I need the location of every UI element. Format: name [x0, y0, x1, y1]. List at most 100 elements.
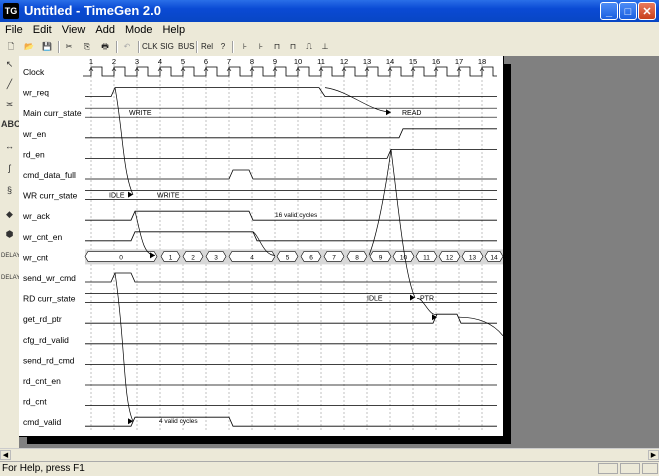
print-icon[interactable]: 🖶: [98, 40, 112, 54]
minimize-button[interactable]: _: [600, 2, 618, 20]
clock-number: 18: [478, 57, 486, 66]
pulse-icon[interactable]: ⎍: [302, 40, 316, 54]
clock-waveform: [83, 66, 497, 77]
wr-cnt-value: 4: [250, 254, 254, 261]
curve-tool-icon[interactable]: ʃ: [1, 160, 18, 177]
causality-curve: [458, 316, 504, 337]
eraser-tool-icon[interactable]: ◆: [1, 206, 18, 223]
clock-number: 1: [89, 57, 93, 66]
signal-label: cfg_rd_valid: [23, 335, 69, 345]
menu-add[interactable]: Add: [90, 22, 120, 36]
status-bar: For Help, press F1: [0, 461, 659, 476]
clock-number: 16: [432, 57, 440, 66]
arrow-tool-icon[interactable]: ↔: [1, 138, 18, 155]
text-tool-icon[interactable]: ABC: [1, 116, 21, 133]
menu-bar: File Edit View Add Mode Help: [0, 22, 659, 40]
timing-diagram[interactable]: Clock wr_req Main curr_state wr_en rd_en cmd_…: [19, 56, 504, 436]
menu-mode[interactable]: Mode: [120, 22, 158, 36]
wr-state-idle: IDLE: [109, 193, 125, 200]
clock-number: 7: [227, 57, 231, 66]
menu-help[interactable]: Help: [157, 22, 190, 36]
add-delay-tool[interactable]: DELAY: [1, 248, 20, 265]
signal-label: get_rd_ptr: [23, 314, 62, 324]
clk-edge-4-icon[interactable]: ⊓: [286, 40, 300, 54]
send-wr-cmd-wave: [85, 272, 497, 283]
annotation-ack: 16 valid cycles: [275, 212, 318, 219]
timegen-app-icon[interactable]: TG: [3, 3, 19, 19]
copy-icon[interactable]: ⎘: [80, 40, 94, 54]
wr-en-wave: [85, 128, 497, 139]
clock-number: 14: [386, 57, 394, 66]
undo-icon[interactable]: ↶: [120, 40, 134, 54]
paint-tool-icon[interactable]: ⬢: [1, 226, 18, 243]
signal-label: wr_ack: [22, 211, 51, 221]
add-bus-button[interactable]: BUS: [178, 40, 194, 54]
window-title: Untitled - TimeGen 2.0: [24, 3, 162, 18]
clk-edge-3-icon[interactable]: ⊓: [270, 40, 284, 54]
add-clock-button[interactable]: CLK: [142, 40, 158, 54]
signal-label: rd_cnt: [23, 397, 47, 407]
wr-cnt-value: 12: [446, 254, 454, 261]
signal-label: wr_cnt: [22, 252, 49, 262]
bus-tool-icon[interactable]: ≍: [1, 96, 18, 113]
close-button[interactable]: ✕: [638, 2, 656, 20]
clock-number: 4: [158, 57, 162, 66]
main-state-write: WRITE: [129, 110, 152, 117]
scroll-left-icon[interactable]: ◀: [0, 450, 11, 460]
signal-label: Main curr_state: [23, 108, 82, 118]
signal-label: Clock: [23, 67, 45, 77]
help-pointer-button[interactable]: ?: [216, 40, 230, 54]
horizontal-scrollbar[interactable]: ◀ ▶: [0, 448, 659, 461]
signal-label: RD curr_state: [23, 294, 76, 304]
add-signal-button[interactable]: SIG: [160, 40, 174, 54]
clk-edge-1-icon[interactable]: ⊦: [238, 40, 252, 54]
wr-req-wave: [85, 87, 497, 97]
menu-edit[interactable]: Edit: [28, 22, 57, 36]
select-tool-icon[interactable]: ↖: [1, 56, 18, 73]
signal-label: send_rd_cmd: [23, 355, 75, 365]
causality-curve: [390, 149, 416, 298]
rd-state-idle: IDLE: [367, 296, 383, 303]
status-text: For Help, press F1: [2, 463, 85, 474]
toolbar: 🗋 📂 💾 ✂ ⎘ 🖶 ↶ CLK SIG BUS Rel ? ⊦ ⊦ ⊓ ⊓ …: [0, 40, 659, 54]
wr-cnt-value: 5: [286, 254, 290, 261]
wr-cnt-value: 14: [490, 254, 498, 261]
cut-icon[interactable]: ✂: [62, 40, 76, 54]
wr-cnt-value: 9: [379, 254, 383, 261]
menu-view[interactable]: View: [57, 22, 91, 36]
causality-curve: [114, 87, 134, 195]
cmd-valid-wave: [85, 416, 497, 427]
remove-delay-tool[interactable]: DELAY: [1, 270, 20, 287]
maximize-button[interactable]: □: [619, 2, 637, 20]
open-icon[interactable]: 📂: [22, 40, 36, 54]
delay-icon[interactable]: ⊥: [318, 40, 332, 54]
cmd-data-full-wave: [85, 169, 497, 180]
clock-number: 5: [181, 57, 185, 66]
wr-state-write: WRITE: [157, 193, 180, 200]
clock-number: 17: [455, 57, 463, 66]
signal-label: send_wr_cmd: [23, 273, 76, 283]
signal-label: wr_en: [22, 129, 46, 139]
menu-file[interactable]: File: [0, 22, 28, 36]
wr-cnt-value: 3: [214, 254, 218, 261]
signal-label: rd_cnt_en: [23, 376, 61, 386]
causality-curve: [134, 211, 156, 256]
scroll-right-icon[interactable]: ▶: [648, 450, 659, 460]
main-state-read: READ: [402, 110, 421, 117]
clock-number: 11: [317, 57, 325, 66]
wr-cnt-en-wave: [85, 231, 497, 242]
new-icon[interactable]: 🗋: [4, 40, 18, 54]
clk-edge-2-icon[interactable]: ⊦: [254, 40, 268, 54]
line-tool-icon[interactable]: ╱: [1, 76, 18, 93]
save-icon[interactable]: 💾: [40, 40, 54, 54]
relative-button[interactable]: Rel: [200, 40, 214, 54]
diagram-canvas[interactable]: Clock wr_req Main curr_state wr_en rd_en cmd_…: [19, 56, 659, 450]
wr-cnt-value: 11: [423, 254, 430, 261]
clock-number: 15: [409, 57, 417, 66]
clock-number: 9: [273, 57, 277, 66]
clock-number: 3: [135, 57, 139, 66]
wave-tool-icon[interactable]: §: [1, 182, 18, 199]
clock-number: 8: [250, 57, 254, 66]
clock-number: 2: [112, 57, 116, 66]
timing-paper[interactable]: Clock wr_req Main curr_state wr_en rd_en cmd_…: [19, 56, 504, 437]
